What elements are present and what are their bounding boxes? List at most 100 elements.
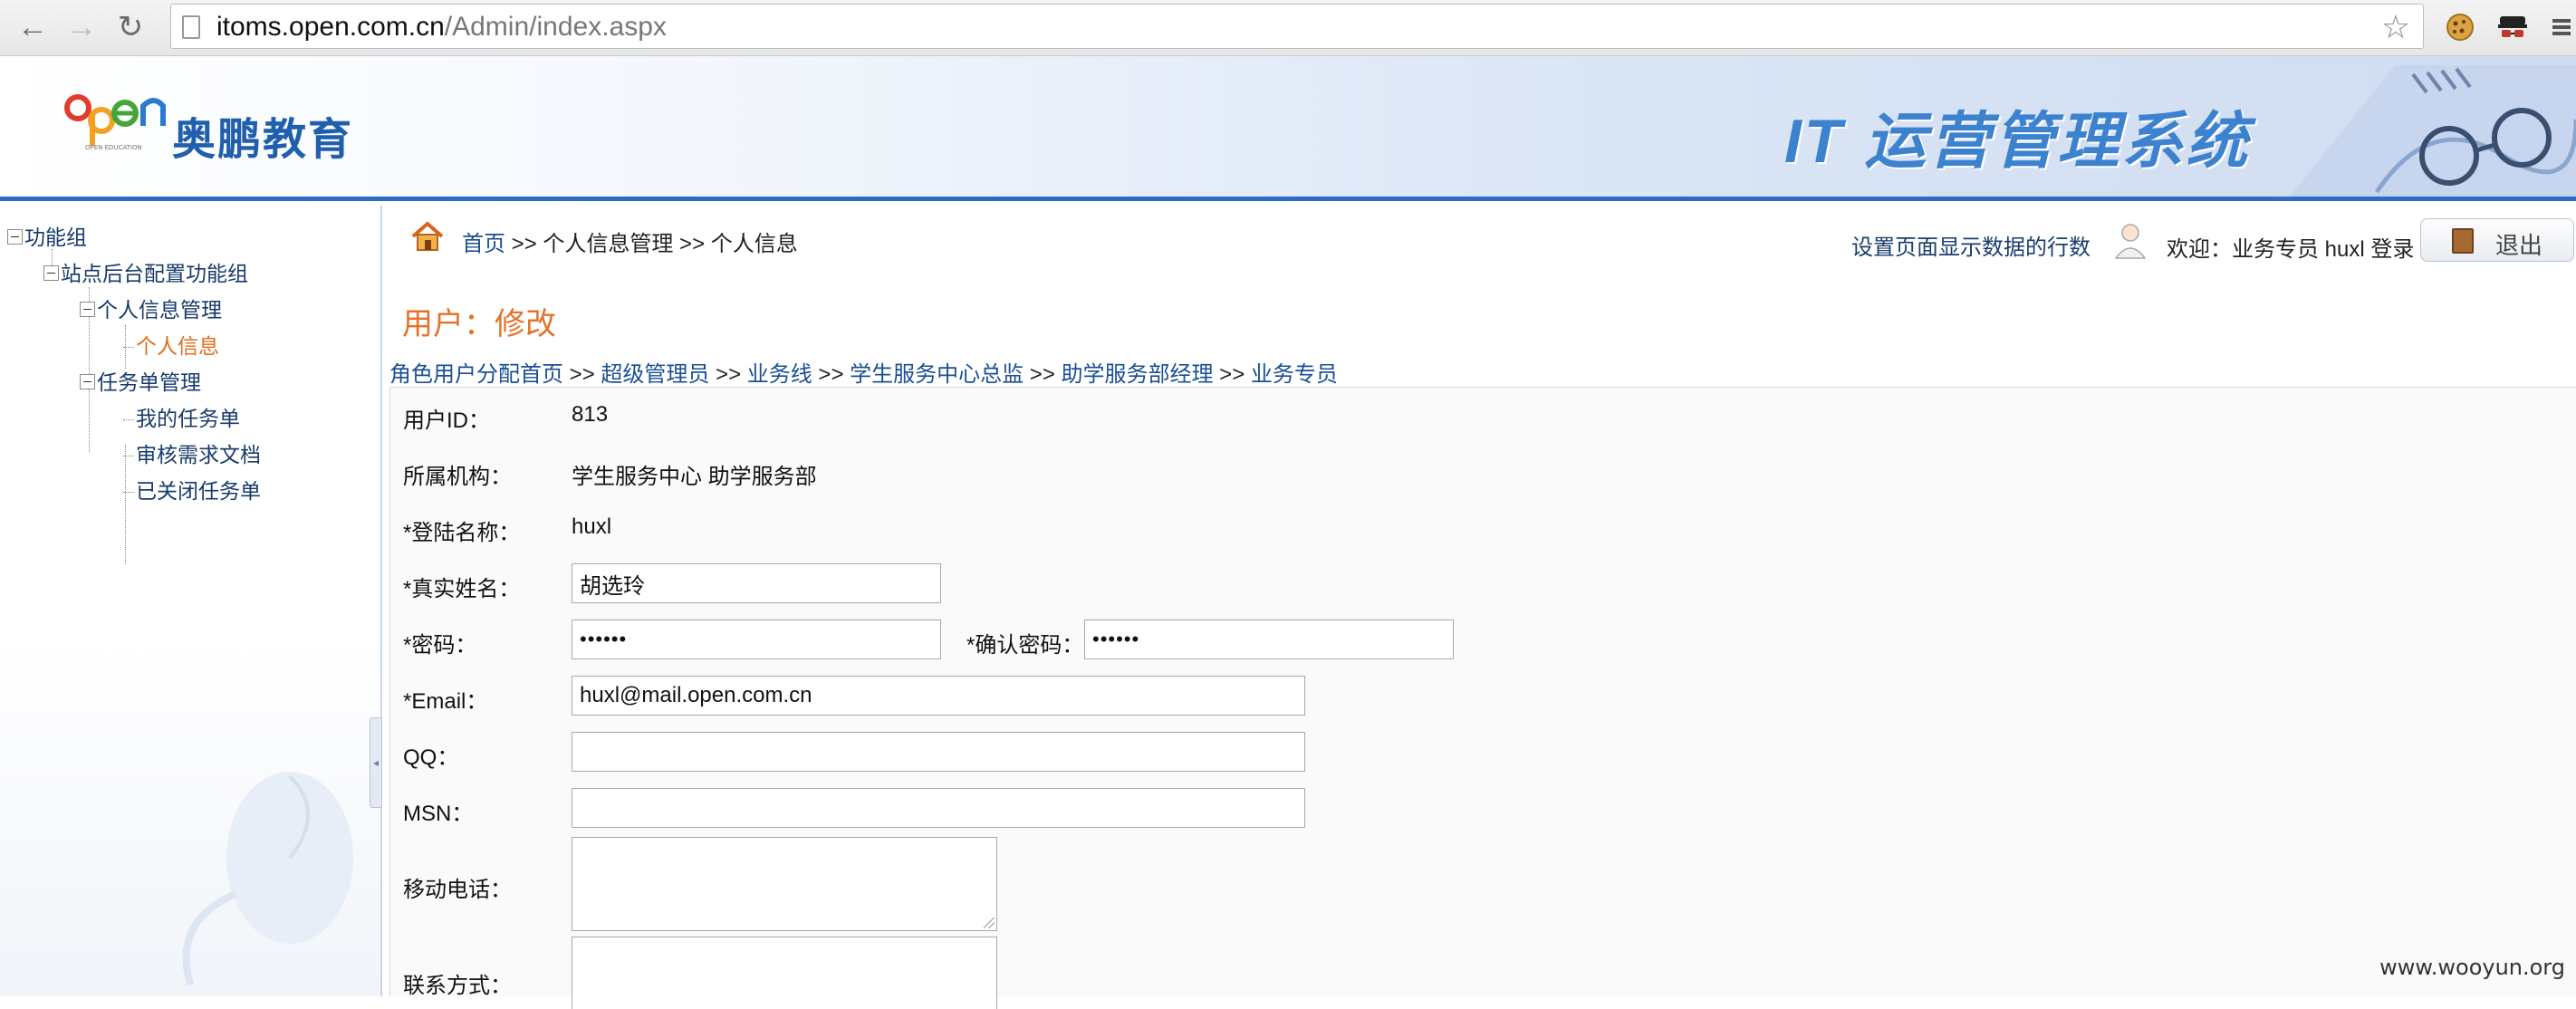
sidebar-item-label: 功能组: [24, 226, 87, 249]
sidebar-item-label: 审核需求文档: [136, 443, 261, 466]
contact-label: 联系方式：: [403, 967, 512, 999]
address-url: itoms.open.com.cn/Admin/index.aspx: [216, 12, 667, 43]
form-row-qq: QQ：: [390, 725, 2576, 781]
back-icon[interactable]: ←: [13, 7, 53, 47]
form-row-email: *Email：: [390, 668, 2576, 725]
collapse-toggle-icon[interactable]: [43, 265, 59, 281]
role-breadcrumb: 角色用户分配首页 >> 超级管理员 >> 业务线 >> 学生服务中心总监 >> …: [389, 356, 1338, 388]
role-separator: >>: [716, 362, 741, 387]
bookmark-star-icon[interactable]: ☆: [2381, 8, 2410, 46]
sidebar-item-label: 个人信息: [136, 334, 219, 358]
sidebar-item-closed-tasks[interactable]: 已关闭任务单: [123, 477, 261, 504]
role-separator: >>: [1030, 362, 1055, 387]
user-id-label: 用户ID：: [403, 402, 490, 434]
sidebar-item-function-group[interactable]: 功能组: [7, 224, 87, 251]
role-link-center-director[interactable]: 学生服务中心总监: [850, 362, 1024, 387]
confirm-password-label: *确认密码：: [966, 627, 1083, 658]
svg-text:OPEN EDUCATION: OPEN EDUCATION: [85, 144, 142, 151]
breadcrumb-section: 个人信息管理: [543, 232, 673, 256]
sidebar-item-label: 个人信息管理: [97, 298, 222, 322]
sidebar-collapse-handle[interactable]: ◂: [370, 717, 382, 808]
cookie-extension-icon[interactable]: [2440, 7, 2480, 47]
realname-label: *真实姓名：: [403, 571, 520, 602]
sidebar-tree: 功能组 站点后台配置功能组 个人信息管理 个人信息 任务单管理 我的任务单 审核…: [0, 206, 382, 996]
sidebar-item-label: 我的任务单: [136, 407, 240, 430]
set-rows-link[interactable]: 设置页面显示数据的行数: [1851, 229, 2091, 261]
mobile-textarea[interactable]: [572, 837, 997, 931]
site-banner: OPEN EDUCATION 奥鹏教育 IT 运营管理系统: [0, 56, 2576, 201]
welcome-text: 欢迎：业务专员 huxl 登录: [2167, 231, 2414, 263]
form-row-org: 所属机构： 学生服务中心 助学服务部: [390, 444, 2576, 500]
role-link-business-line[interactable]: 业务线: [747, 362, 812, 387]
email-label: *Email：: [403, 683, 487, 715]
sidebar-item-my-tasks[interactable]: 我的任务单: [123, 405, 240, 432]
role-link-dept-manager[interactable]: 助学服务部经理: [1062, 362, 1214, 387]
form-row-contact: 联系方式：: [390, 935, 2576, 997]
contact-textarea[interactable]: [572, 937, 997, 1009]
form-row-password: *密码： *确认密码：: [390, 612, 2576, 668]
role-separator: >>: [1219, 362, 1245, 387]
watermark: www.wooyun.org: [2379, 955, 2565, 980]
collapse-toggle-icon[interactable]: [80, 302, 95, 317]
user-avatar-icon: [2112, 220, 2148, 260]
msn-input[interactable]: [572, 788, 1305, 828]
resize-handle-icon[interactable]: [984, 918, 995, 928]
qq-input[interactable]: [572, 732, 1305, 772]
sidebar-item-task-mgmt[interactable]: 任务单管理: [80, 369, 201, 396]
reload-icon[interactable]: ↻: [111, 7, 150, 47]
confirm-password-input[interactable]: [1084, 620, 1454, 659]
role-link-super-admin[interactable]: 超级管理员: [601, 362, 709, 387]
collapse-toggle-icon[interactable]: [7, 229, 23, 245]
role-separator: >>: [570, 362, 595, 387]
browser-toolbar: ← → ↻ itoms.open.com.cn/Admin/index.aspx…: [0, 0, 2576, 56]
password-input[interactable]: [572, 620, 941, 659]
breadcrumb-separator: >>: [512, 232, 537, 256]
main-content: 首页 >> 个人信息管理 >> 个人信息 设置页面显示数据的行数 欢迎：业务专员…: [384, 206, 2576, 996]
org-value: 学生服务中心 助学服务部: [572, 458, 817, 490]
sidebar-item-personal-info[interactable]: 个人信息: [123, 332, 219, 360]
user-id-value: 813: [572, 402, 608, 428]
login-name-value: huxl: [572, 514, 611, 540]
incognito-extension-icon[interactable]: [2493, 7, 2533, 47]
home-icon[interactable]: [409, 220, 446, 253]
breadcrumb-home-link[interactable]: 首页: [462, 232, 505, 256]
sidebar-item-personal-info-mgmt[interactable]: 个人信息管理: [80, 296, 222, 323]
mobile-label: 移动电话：: [403, 871, 512, 903]
collapse-toggle-icon[interactable]: [80, 374, 95, 389]
logout-button[interactable]: 退出: [2420, 218, 2574, 262]
breadcrumb-separator: >>: [679, 232, 705, 256]
form-row-user-id: 用户ID： 813: [390, 388, 2576, 444]
content-topbar: 首页 >> 个人信息管理 >> 个人信息 设置页面显示数据的行数 欢迎：业务专员…: [384, 206, 2576, 274]
role-link-business-specialist[interactable]: 业务专员: [1251, 362, 1338, 387]
qq-label: QQ：: [403, 739, 458, 771]
form-row-realname: *真实姓名：: [390, 556, 2576, 612]
sidebar-item-label: 已关闭任务单: [136, 479, 261, 503]
realname-input[interactable]: [572, 563, 941, 603]
page-icon: [182, 15, 200, 39]
address-bar[interactable]: itoms.open.com.cn/Admin/index.aspx ☆: [170, 4, 2424, 49]
password-label: *密码：: [403, 627, 476, 658]
sidebar-item-label: 任务单管理: [97, 370, 201, 394]
mouse-illustration: [154, 758, 371, 985]
open-logo-mark: OPEN EDUCATION: [63, 88, 168, 151]
breadcrumb: 首页 >> 个人信息管理 >> 个人信息: [462, 226, 798, 257]
system-title: IT 运营管理系统: [1784, 91, 2250, 180]
role-separator: >>: [818, 362, 843, 387]
email-field[interactable]: [572, 676, 1305, 716]
page-title: 用户：修改: [402, 299, 556, 343]
sidebar-item-review-docs[interactable]: 审核需求文档: [123, 441, 261, 468]
forward-icon[interactable]: →: [62, 7, 101, 47]
sidebar-item-site-config[interactable]: 站点后台配置功能组: [43, 260, 248, 287]
menu-icon[interactable]: [2542, 7, 2576, 47]
msn-label: MSN：: [403, 795, 473, 827]
role-link-home[interactable]: 角色用户分配首页: [389, 362, 563, 387]
logo-text: 奥鹏教育: [172, 103, 353, 167]
login-name-label: *登陆名称：: [403, 514, 520, 546]
form-row-mobile: 移动电话：: [390, 837, 2576, 935]
banner-decoration: [2268, 56, 2576, 201]
user-edit-form: 用户ID： 813 所属机构： 学生服务中心 助学服务部 *登陆名称： huxl…: [389, 387, 2576, 996]
sidebar-item-label: 站点后台配置功能组: [61, 262, 248, 285]
org-label: 所属机构：: [403, 458, 512, 490]
form-row-msn: MSN：: [390, 781, 2576, 837]
breadcrumb-current: 个人信息: [711, 232, 798, 256]
